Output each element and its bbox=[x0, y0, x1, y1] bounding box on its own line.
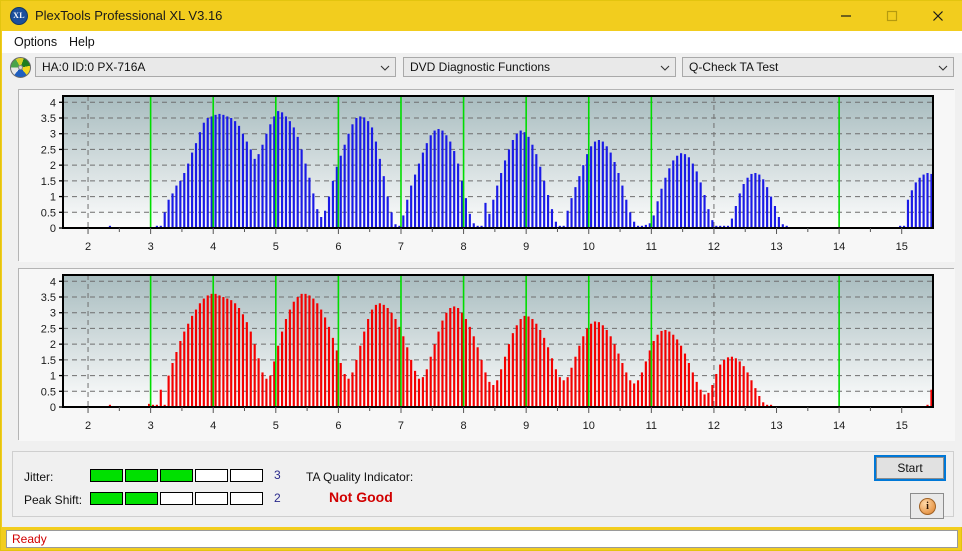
svg-text:1: 1 bbox=[50, 371, 56, 383]
svg-text:2.5: 2.5 bbox=[41, 323, 56, 335]
meter-segment bbox=[195, 492, 228, 505]
jitter-value: 3 bbox=[274, 468, 281, 482]
svg-text:13: 13 bbox=[770, 241, 782, 253]
svg-text:3.5: 3.5 bbox=[41, 292, 56, 304]
svg-text:12: 12 bbox=[708, 420, 720, 432]
svg-text:1.5: 1.5 bbox=[41, 176, 56, 188]
svg-text:1.5: 1.5 bbox=[41, 355, 56, 367]
svg-text:7: 7 bbox=[398, 420, 404, 432]
svg-text:0: 0 bbox=[50, 402, 56, 414]
svg-text:13: 13 bbox=[770, 420, 782, 432]
meter-segment bbox=[160, 469, 193, 482]
svg-text:10: 10 bbox=[583, 241, 595, 253]
svg-text:1: 1 bbox=[50, 192, 56, 204]
svg-text:4: 4 bbox=[210, 420, 216, 432]
svg-text:10: 10 bbox=[583, 420, 595, 432]
meter-segment bbox=[230, 469, 263, 482]
svg-text:0: 0 bbox=[50, 223, 56, 235]
svg-text:14: 14 bbox=[833, 241, 845, 253]
meter-segment bbox=[125, 492, 158, 505]
svg-text:8: 8 bbox=[461, 420, 467, 432]
ta-quality-indicator-value: Not Good bbox=[329, 489, 393, 505]
svg-text:7: 7 bbox=[398, 241, 404, 253]
close-button[interactable] bbox=[915, 1, 961, 31]
function-select-value: DVD Diagnostic Functions bbox=[410, 60, 551, 74]
svg-text:3: 3 bbox=[148, 420, 154, 432]
jitter-label: Jitter: bbox=[24, 470, 54, 484]
client-area: HA:0 ID:0 PX-716A DVD Diagnostic Functio… bbox=[2, 53, 962, 527]
svg-text:3.5: 3.5 bbox=[41, 113, 56, 125]
info-button[interactable]: i bbox=[910, 493, 944, 519]
maximize-button[interactable] bbox=[869, 1, 915, 31]
svg-text:15: 15 bbox=[896, 420, 908, 432]
svg-text:11: 11 bbox=[646, 420, 657, 432]
svg-text:0.5: 0.5 bbox=[41, 386, 56, 398]
svg-text:2: 2 bbox=[85, 241, 91, 253]
start-button[interactable]: Start bbox=[874, 455, 946, 481]
meter-segment bbox=[125, 469, 158, 482]
svg-text:3: 3 bbox=[148, 241, 154, 253]
app-icon: XL bbox=[10, 7, 28, 25]
minimize-button[interactable] bbox=[823, 1, 869, 31]
svg-text:6: 6 bbox=[335, 241, 341, 253]
ta-test-lower-plot: 0 0.5 1 1.5 2 2.5 3 3.5 4 2 3 4 5 6 7 8 9 10 11 12 13 14 15 bbox=[19, 269, 955, 441]
window-title: PlexTools Professional XL V3.16 bbox=[35, 8, 223, 23]
svg-text:0.5: 0.5 bbox=[41, 207, 56, 219]
chart-panel-lower: 0 0.5 1 1.5 2 2.5 3 3.5 4 2 3 4 5 6 7 8 9 10 11 12 13 14 15 bbox=[18, 268, 955, 441]
svg-text:4: 4 bbox=[210, 241, 216, 253]
function-select[interactable]: DVD Diagnostic Functions bbox=[403, 57, 676, 77]
info-icon: i bbox=[919, 498, 936, 515]
chart-panel-upper: 0 0.5 1 1.5 2 2.5 3 3.5 4 2 3 4 5 6 7 8 9 10 11 12 13 14 15 bbox=[18, 89, 955, 262]
status-bar: Ready bbox=[6, 530, 958, 548]
meter-segment bbox=[195, 469, 228, 482]
app-window: XL PlexTools Professional XL V3.16 Optio… bbox=[0, 0, 962, 551]
svg-text:5: 5 bbox=[273, 241, 279, 253]
meter-segment bbox=[230, 492, 263, 505]
svg-text:11: 11 bbox=[646, 241, 657, 253]
test-select-value: Q-Check TA Test bbox=[689, 60, 779, 74]
svg-text:2: 2 bbox=[85, 420, 91, 432]
svg-text:4: 4 bbox=[50, 97, 56, 109]
svg-text:9: 9 bbox=[523, 420, 529, 432]
svg-text:12: 12 bbox=[708, 241, 720, 253]
test-select[interactable]: Q-Check TA Test bbox=[682, 57, 954, 77]
meter-segment bbox=[90, 492, 123, 505]
svg-text:3: 3 bbox=[50, 129, 56, 141]
title-bar: XL PlexTools Professional XL V3.16 bbox=[1, 1, 962, 31]
meter-segment bbox=[160, 492, 193, 505]
svg-text:4: 4 bbox=[50, 276, 56, 288]
svg-text:14: 14 bbox=[833, 420, 845, 432]
svg-text:5: 5 bbox=[273, 420, 279, 432]
svg-text:2: 2 bbox=[50, 339, 56, 351]
svg-text:2.5: 2.5 bbox=[41, 144, 56, 156]
menu-item-options[interactable]: Options bbox=[7, 34, 64, 51]
meter-segment bbox=[90, 469, 123, 482]
results-group bbox=[12, 451, 954, 517]
drive-select-value: HA:0 ID:0 PX-716A bbox=[42, 60, 146, 74]
chevron-down-icon bbox=[380, 62, 390, 72]
ta-quality-indicator-label: TA Quality Indicator: bbox=[306, 470, 414, 484]
disc-icon bbox=[10, 57, 31, 78]
svg-text:8: 8 bbox=[461, 241, 467, 253]
status-text: Ready bbox=[12, 532, 47, 546]
peak-shift-label: Peak Shift: bbox=[24, 493, 83, 507]
drive-select[interactable]: HA:0 ID:0 PX-716A bbox=[35, 57, 396, 77]
chevron-down-icon bbox=[660, 62, 670, 72]
menu-bar: Options Help bbox=[2, 31, 962, 53]
svg-text:9: 9 bbox=[523, 241, 529, 253]
ta-test-upper-plot: 0 0.5 1 1.5 2 2.5 3 3.5 4 2 3 4 5 6 7 8 9 10 11 12 13 14 15 bbox=[19, 90, 955, 262]
svg-text:15: 15 bbox=[896, 241, 908, 253]
svg-text:3: 3 bbox=[50, 308, 56, 320]
chevron-down-icon bbox=[938, 62, 948, 72]
menu-item-help[interactable]: Help bbox=[62, 34, 102, 51]
svg-text:2: 2 bbox=[50, 160, 56, 172]
svg-text:6: 6 bbox=[335, 420, 341, 432]
peak-shift-value: 2 bbox=[274, 491, 281, 505]
